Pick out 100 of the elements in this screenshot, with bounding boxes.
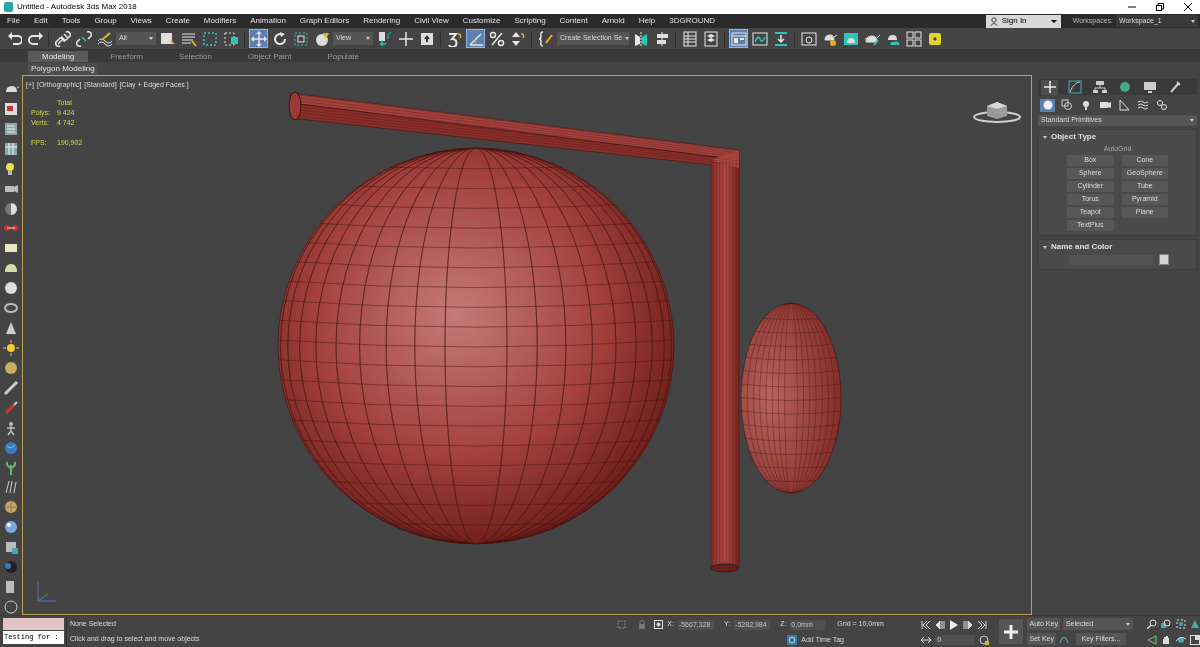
zoom-icon[interactable] <box>1146 619 1157 629</box>
scale-button[interactable] <box>291 29 310 48</box>
bowl-mesh-drawing[interactable] <box>740 302 842 494</box>
window-crossing-button[interactable] <box>221 29 240 48</box>
transform-mode-icon[interactable] <box>654 620 664 629</box>
caret-icon <box>1050 19 1057 23</box>
layers-button[interactable] <box>701 29 720 48</box>
ribbon-tab[interactable]: Populate <box>313 50 373 62</box>
calendar-icon[interactable] <box>3 140 19 157</box>
play-icon[interactable] <box>949 619 960 630</box>
sphere-mesh-drawing[interactable] <box>277 147 675 545</box>
zoom-all-icon[interactable] <box>1161 619 1172 629</box>
shiny-sphere-icon[interactable] <box>3 519 19 536</box>
braces-button[interactable] <box>536 29 555 48</box>
menu-item[interactable]: 3DGROUND <box>662 15 722 27</box>
cone-icon[interactable] <box>3 320 19 336</box>
help-icon[interactable] <box>3 598 19 615</box>
menu-item[interactable]: Tools <box>54 15 88 27</box>
collapse-icon[interactable] <box>1043 245 1047 249</box>
menu-item[interactable]: Rendering <box>356 15 408 27</box>
move-button[interactable] <box>249 29 268 48</box>
menu-item[interactable]: Arnold <box>594 15 632 27</box>
globe-icon[interactable] <box>3 439 19 456</box>
field-of-view-icon[interactable] <box>1146 634 1157 645</box>
key-tangent-icon[interactable] <box>1059 634 1069 644</box>
color-swatch[interactable] <box>1159 254 1169 265</box>
add-key-button[interactable] <box>999 619 1024 644</box>
previous-frame-icon[interactable] <box>935 620 946 629</box>
ribbon-tab[interactable]: Freeform <box>96 50 157 62</box>
material-editor-button[interactable] <box>799 29 818 48</box>
curve-editor-button[interactable] <box>750 29 769 48</box>
angle-snap-button[interactable] <box>466 29 485 48</box>
display-tab[interactable] <box>1141 79 1158 95</box>
menu-item[interactable]: Views <box>123 15 159 27</box>
go-to-end-icon[interactable] <box>977 620 988 629</box>
maximize-viewport-icon[interactable] <box>1190 634 1200 645</box>
zoom-extents-all-icon[interactable] <box>1190 619 1200 629</box>
menu-item[interactable]: Help <box>631 15 663 27</box>
rollout-title[interactable]: Object Type <box>1051 131 1097 143</box>
ball-icon[interactable] <box>3 559 19 576</box>
ribbon-tab[interactable]: Selection <box>164 50 226 62</box>
menu-item[interactable]: File <box>0 15 27 27</box>
menu-item[interactable]: Edit <box>26 15 55 27</box>
menu-item[interactable]: Animation <box>243 15 293 27</box>
next-frame-icon[interactable] <box>963 620 974 629</box>
ribbon-tab[interactable]: Modeling <box>28 50 89 62</box>
box-icon[interactable] <box>3 539 19 556</box>
crosshair-button[interactable] <box>396 29 415 48</box>
menu-item[interactable]: Create <box>158 15 197 27</box>
time-config-icon[interactable] <box>979 635 990 645</box>
disc-icon[interactable] <box>3 359 19 376</box>
create-tab[interactable] <box>1041 79 1058 95</box>
dashed-rectangle-button[interactable] <box>200 29 219 48</box>
redo-button[interactable] <box>25 29 44 48</box>
ribbon-panel-button[interactable]: Polygon Modeling <box>28 62 98 75</box>
quad-grid-button[interactable] <box>904 29 923 48</box>
script-listener-field[interactable] <box>3 618 64 630</box>
menu-item[interactable]: Scripting <box>507 15 553 27</box>
menu-item[interactable]: Customize <box>455 15 508 27</box>
wave-button[interactable] <box>95 29 114 48</box>
percent-button[interactable] <box>487 29 506 48</box>
time-tag-icon[interactable] <box>787 634 798 645</box>
rollout-title[interactable]: Name and Color <box>1051 241 1113 253</box>
arrows-icon[interactable] <box>921 636 932 644</box>
go-to-start-icon[interactable] <box>921 620 932 629</box>
category-button[interactable] <box>1116 98 1131 112</box>
menu-item[interactable]: Content <box>552 15 595 27</box>
sun-icon[interactable] <box>3 340 19 356</box>
sphere-icon[interactable] <box>3 280 19 297</box>
zoom-extents-icon[interactable] <box>1175 619 1186 629</box>
plant-icon[interactable] <box>3 459 19 476</box>
broken-link-button[interactable] <box>74 29 93 48</box>
menu-item[interactable]: Civil View <box>407 15 456 27</box>
hierarchy-tab[interactable] <box>1091 79 1108 95</box>
caret-icon <box>366 37 370 40</box>
list-icon[interactable] <box>3 120 19 137</box>
ribbon-button[interactable] <box>729 29 748 48</box>
half-sphere-icon[interactable] <box>3 200 19 217</box>
category-button[interactable] <box>1059 98 1074 112</box>
sign-in-dropdown[interactable]: Sign In <box>985 14 1061 28</box>
orbit-icon[interactable] <box>1175 634 1186 645</box>
brush-icon[interactable] <box>3 399 19 416</box>
hand-icon[interactable] <box>1161 634 1172 645</box>
close-icon[interactable] <box>1184 3 1192 11</box>
category-button[interactable] <box>1154 98 1169 112</box>
category-button[interactable] <box>1040 98 1055 112</box>
menu-item[interactable]: Graph Editors <box>292 15 357 27</box>
menu-item[interactable]: Group <box>87 15 124 27</box>
pipe-mesh-drawing[interactable] <box>288 91 740 573</box>
minimize-icon[interactable] <box>1128 3 1136 11</box>
chain-link-button[interactable] <box>53 29 72 48</box>
collapse-icon[interactable] <box>1043 135 1047 139</box>
window-icon[interactable] <box>3 100 19 117</box>
menu-item[interactable]: Modifiers <box>196 15 244 27</box>
modify-tab[interactable] <box>1066 79 1083 95</box>
table-button[interactable] <box>680 29 699 48</box>
caret-icon <box>625 37 630 40</box>
restore-icon[interactable] <box>1156 3 1164 11</box>
ribbon-tab[interactable]: Object Paint <box>233 50 306 62</box>
category-button[interactable] <box>1135 98 1150 112</box>
